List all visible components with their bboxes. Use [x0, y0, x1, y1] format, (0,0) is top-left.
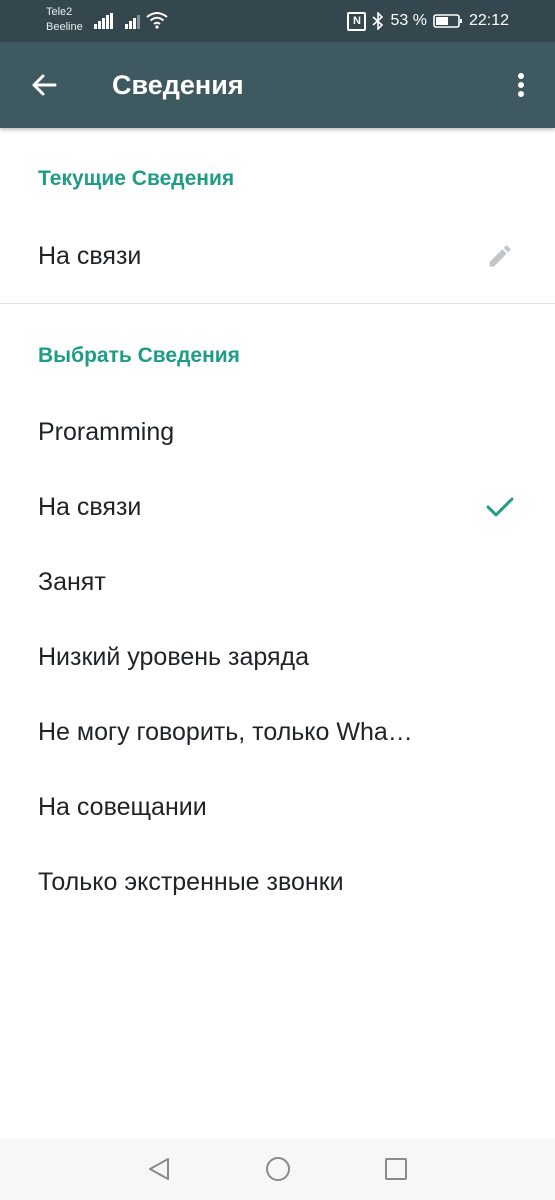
status-option-label: Занят	[38, 568, 106, 596]
status-option-row[interactable]: Занят	[0, 545, 555, 619]
signal-strength-icon	[94, 13, 113, 29]
battery-percent: 53 %	[390, 12, 427, 29]
triangle-back-icon	[149, 1158, 169, 1180]
status-option-row[interactable]: Proramming	[0, 395, 555, 469]
status-option-row[interactable]: На совещании	[0, 770, 555, 844]
current-status-row[interactable]: На связи	[0, 219, 555, 293]
edit-status-button[interactable]	[485, 241, 515, 271]
check-icon	[485, 492, 515, 522]
status-option-row-selected[interactable]: На связи	[0, 470, 555, 544]
status-option-row[interactable]: Только экстренные звонки	[0, 845, 555, 919]
square-recents-icon	[385, 1158, 407, 1180]
nav-home-button[interactable]	[262, 1153, 294, 1185]
carrier-1: Tele2	[46, 6, 73, 18]
circle-home-icon	[266, 1157, 290, 1181]
nfc-label: N	[353, 14, 361, 27]
bluetooth-icon	[372, 12, 384, 30]
status-option-label: На связи	[38, 493, 142, 521]
status-option-row[interactable]: Низкий уровень заряда	[0, 620, 555, 694]
signal-strength-icon-2	[125, 15, 140, 29]
back-button[interactable]	[22, 63, 66, 107]
status-option-row[interactable]: Не могу говорить, только Wha…	[0, 695, 555, 769]
app-bar: Сведения	[0, 42, 555, 128]
status-option-label: Только экстренные звонки	[38, 868, 344, 896]
choose-status-header: Выбрать Сведения	[38, 344, 240, 367]
more-vertical-icon	[518, 73, 524, 97]
carrier-2: Beeline	[46, 21, 83, 33]
current-status-header: Текущие Сведения	[38, 167, 235, 190]
system-navigation-bar	[0, 1138, 555, 1200]
nav-back-button[interactable]	[143, 1153, 175, 1185]
status-right-group: N 53 % 22:12	[347, 0, 509, 42]
carrier-names: Tele2 Beeline	[46, 5, 83, 35]
nfc-icon: N	[347, 11, 367, 31]
status-option-label: Низкий уровень заряда	[38, 643, 310, 671]
current-status-text: На связи	[38, 242, 142, 270]
overflow-menu-button[interactable]	[505, 63, 537, 107]
status-option-label: Не могу говорить, только Wha…	[38, 718, 413, 746]
arrow-left-icon	[32, 74, 57, 96]
status-bar: Tele2 Beeline N 53 % 22:12	[0, 0, 555, 42]
clock: 22:12	[468, 12, 509, 29]
nav-recents-button[interactable]	[380, 1153, 412, 1185]
page-title: Сведения	[112, 70, 244, 100]
section-divider	[0, 303, 555, 304]
battery-icon	[433, 14, 462, 28]
pencil-icon	[489, 245, 511, 267]
status-option-label: На совещании	[38, 793, 207, 821]
status-option-label: Proramming	[38, 418, 175, 446]
wifi-icon	[146, 12, 168, 29]
